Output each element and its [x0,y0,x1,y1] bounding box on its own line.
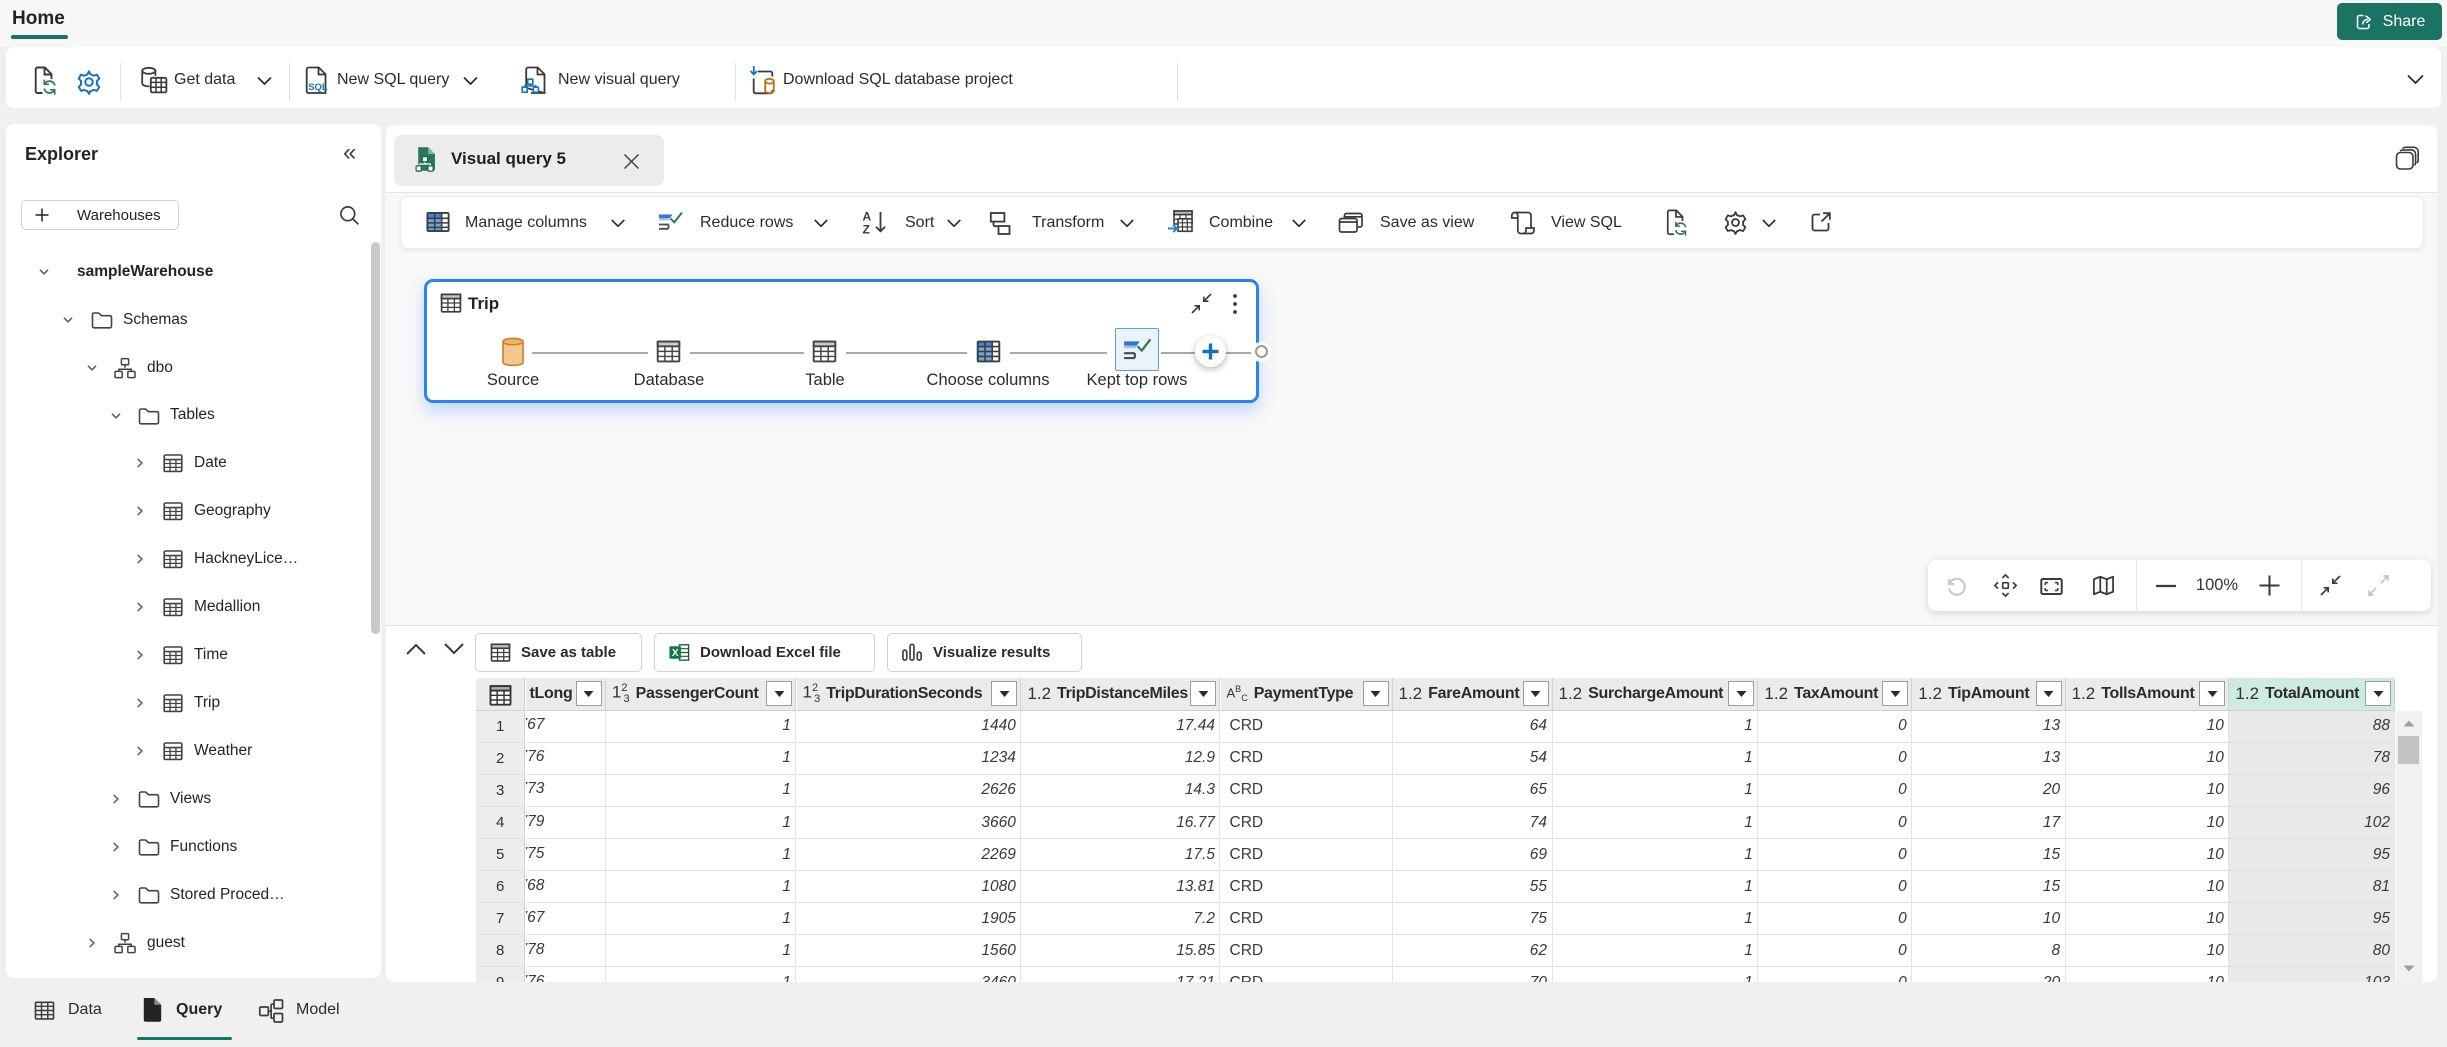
svg-text:A: A [863,210,872,224]
svg-text:X: X [672,648,679,659]
svg-text:SQL: SQL [308,82,328,93]
svg-text:Z: Z [863,223,870,237]
